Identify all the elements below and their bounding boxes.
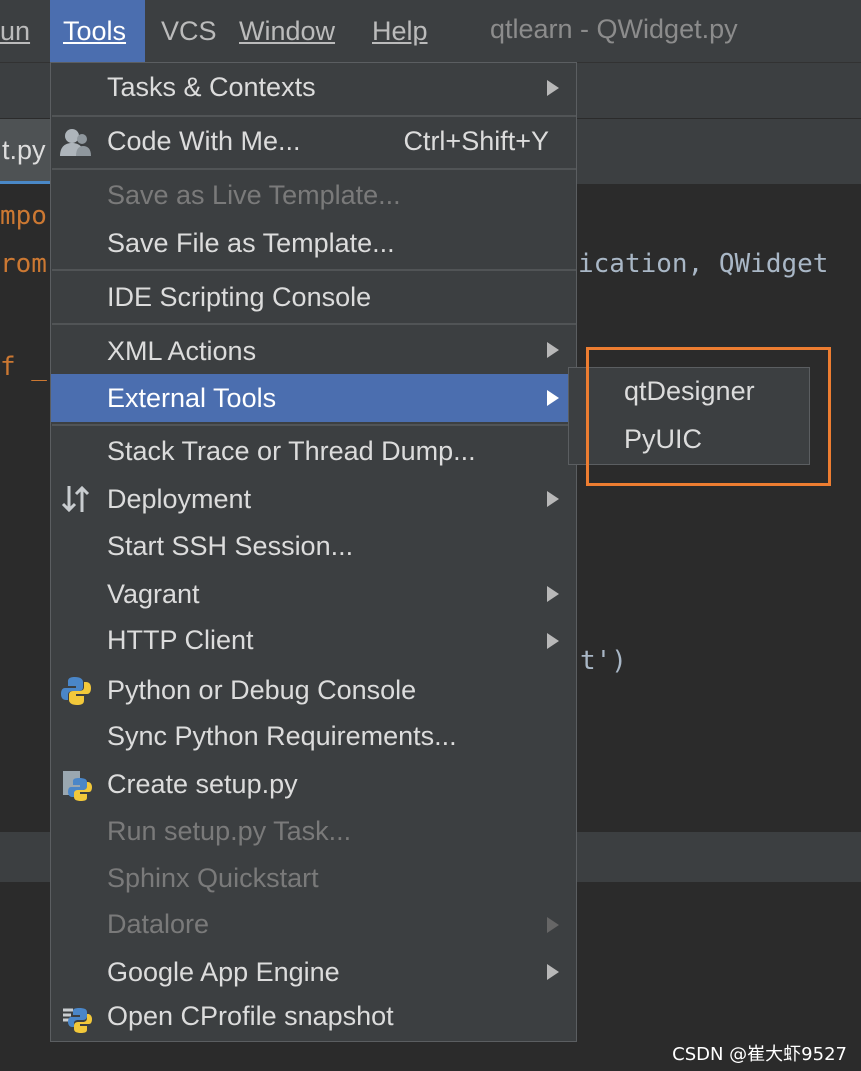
menu-separator xyxy=(52,168,576,170)
menu-help-label: Help xyxy=(372,16,428,46)
menu-item-label: HTTP Client xyxy=(107,625,254,655)
menu-item-label: Google App Engine xyxy=(107,957,340,987)
window-title: qtlearn - QWidget.py xyxy=(490,14,738,44)
submenu-arrow-icon xyxy=(547,342,559,358)
menu-item-label: Datalore xyxy=(107,909,210,939)
menu-separator xyxy=(52,323,576,325)
menu-tools[interactable]: Tools xyxy=(50,0,145,62)
submenu-arrow-icon xyxy=(547,80,559,96)
menu-item-label: Save File as Template... xyxy=(107,228,395,258)
menu-item-run-setup-task: Run setup.py Task... xyxy=(51,811,576,858)
menu-separator xyxy=(52,115,576,117)
code-line-def: f _ xyxy=(0,352,47,382)
user-icon xyxy=(60,129,91,156)
menu-item-python-console[interactable]: Python or Debug Console xyxy=(51,667,576,715)
editor-tab-qwidget[interactable]: t.py xyxy=(0,119,56,185)
submenu-arrow-icon xyxy=(547,390,559,406)
python-profile-icon xyxy=(63,1008,92,1033)
menu-item-label: Python or Debug Console xyxy=(107,675,417,705)
menu-item-vagrant[interactable]: Vagrant xyxy=(51,571,576,619)
menu-window-label: Window xyxy=(239,16,336,46)
editor-tab-label: t.py xyxy=(2,135,46,165)
menu-separator xyxy=(52,424,576,426)
menu-tools-label: Tools xyxy=(63,16,127,46)
code-line-from-tail: ication, QWidget xyxy=(578,249,829,279)
menu-item-save-file-template[interactable]: Save File as Template... xyxy=(51,219,576,267)
menu-item-sphinx-quickstart: Sphinx Quickstart xyxy=(51,858,576,905)
menu-vcs[interactable]: VCS xyxy=(148,0,230,62)
menu-item-xml-actions[interactable]: XML Actions xyxy=(51,326,576,374)
menu-item-ide-scripting-console[interactable]: IDE Scripting Console xyxy=(51,272,576,322)
menu-item-label: Code With Me... xyxy=(107,126,301,156)
menu-item-external-tools[interactable]: External Tools xyxy=(51,374,576,422)
menu-item-label: Sphinx Quickstart xyxy=(107,863,319,893)
submenu-arrow-icon xyxy=(547,917,559,933)
menu-item-http-client[interactable]: HTTP Client xyxy=(51,619,576,667)
menu-item-label: Save as Live Template... xyxy=(107,180,401,210)
menu-item-sync-python-requirements[interactable]: Sync Python Requirements... xyxy=(51,715,576,763)
menu-separator xyxy=(52,269,576,271)
menu-item-create-setup[interactable]: Create setup.py xyxy=(51,763,576,811)
menu-vcs-label: VCS xyxy=(161,16,217,46)
menu-item-label: XML Actions xyxy=(107,336,257,366)
menu-window[interactable]: Window xyxy=(226,0,348,62)
menu-item-label: External Tools xyxy=(107,383,277,413)
menu-item-label: Deployment xyxy=(107,484,252,514)
submenu-arrow-icon xyxy=(547,633,559,649)
deployment-arrows-icon xyxy=(61,485,90,513)
menu-item-stack-trace[interactable]: Stack Trace or Thread Dump... xyxy=(51,427,576,475)
menu-item-label: Vagrant xyxy=(107,579,200,609)
menu-item-label: Stack Trace or Thread Dump... xyxy=(107,436,476,466)
menu-item-code-with-me[interactable]: Code With Me... Ctrl+Shift+Y xyxy=(51,118,576,166)
menu-item-label: Sync Python Requirements... xyxy=(107,721,457,751)
menu-item-label: Run setup.py Task... xyxy=(107,816,352,846)
submenu-arrow-icon xyxy=(547,491,559,507)
menu-help[interactable]: Help xyxy=(359,0,441,62)
menu-item-label: Tasks & Contexts xyxy=(107,72,316,102)
menu-item-open-cprofile[interactable]: Open CProfile snapshot xyxy=(51,999,576,1041)
menu-item-tasks-contexts[interactable]: Tasks & Contexts xyxy=(51,63,576,113)
menu-item-datalore: Datalore xyxy=(51,905,576,952)
menu-run-label: un xyxy=(0,16,31,46)
python-console-icon xyxy=(61,677,91,705)
submenu-arrow-icon xyxy=(547,964,559,980)
menu-run[interactable]: un xyxy=(0,0,43,62)
menu-item-save-live-template: Save as Live Template... xyxy=(51,171,576,219)
python-setup-icon xyxy=(63,771,92,801)
menu-item-label: Create setup.py xyxy=(107,769,298,799)
menu-item-label: Open CProfile snapshot xyxy=(107,1001,394,1031)
shortcut-label: Ctrl+Shift+Y xyxy=(403,126,549,156)
menu-item-google-app-engine[interactable]: Google App Engine xyxy=(51,952,576,999)
annotation-highlight-box xyxy=(586,347,831,486)
menu-item-deployment[interactable]: Deployment xyxy=(51,475,576,523)
code-line-from: rom xyxy=(0,249,47,279)
menu-bar: un Tools VCS Window Help qtlearn - QWidg… xyxy=(0,0,861,62)
menu-item-label: IDE Scripting Console xyxy=(107,282,372,312)
watermark: CSDN @崔大虾9527 xyxy=(672,1044,847,1065)
tools-dropdown-menu: Tasks & Contexts Code With Me... Ctrl+Sh… xyxy=(50,62,577,1042)
code-line-string: t') xyxy=(580,646,627,676)
menu-item-start-ssh[interactable]: Start SSH Session... xyxy=(51,523,576,571)
submenu-arrow-icon xyxy=(547,586,559,602)
menu-item-label: Start SSH Session... xyxy=(107,531,354,561)
